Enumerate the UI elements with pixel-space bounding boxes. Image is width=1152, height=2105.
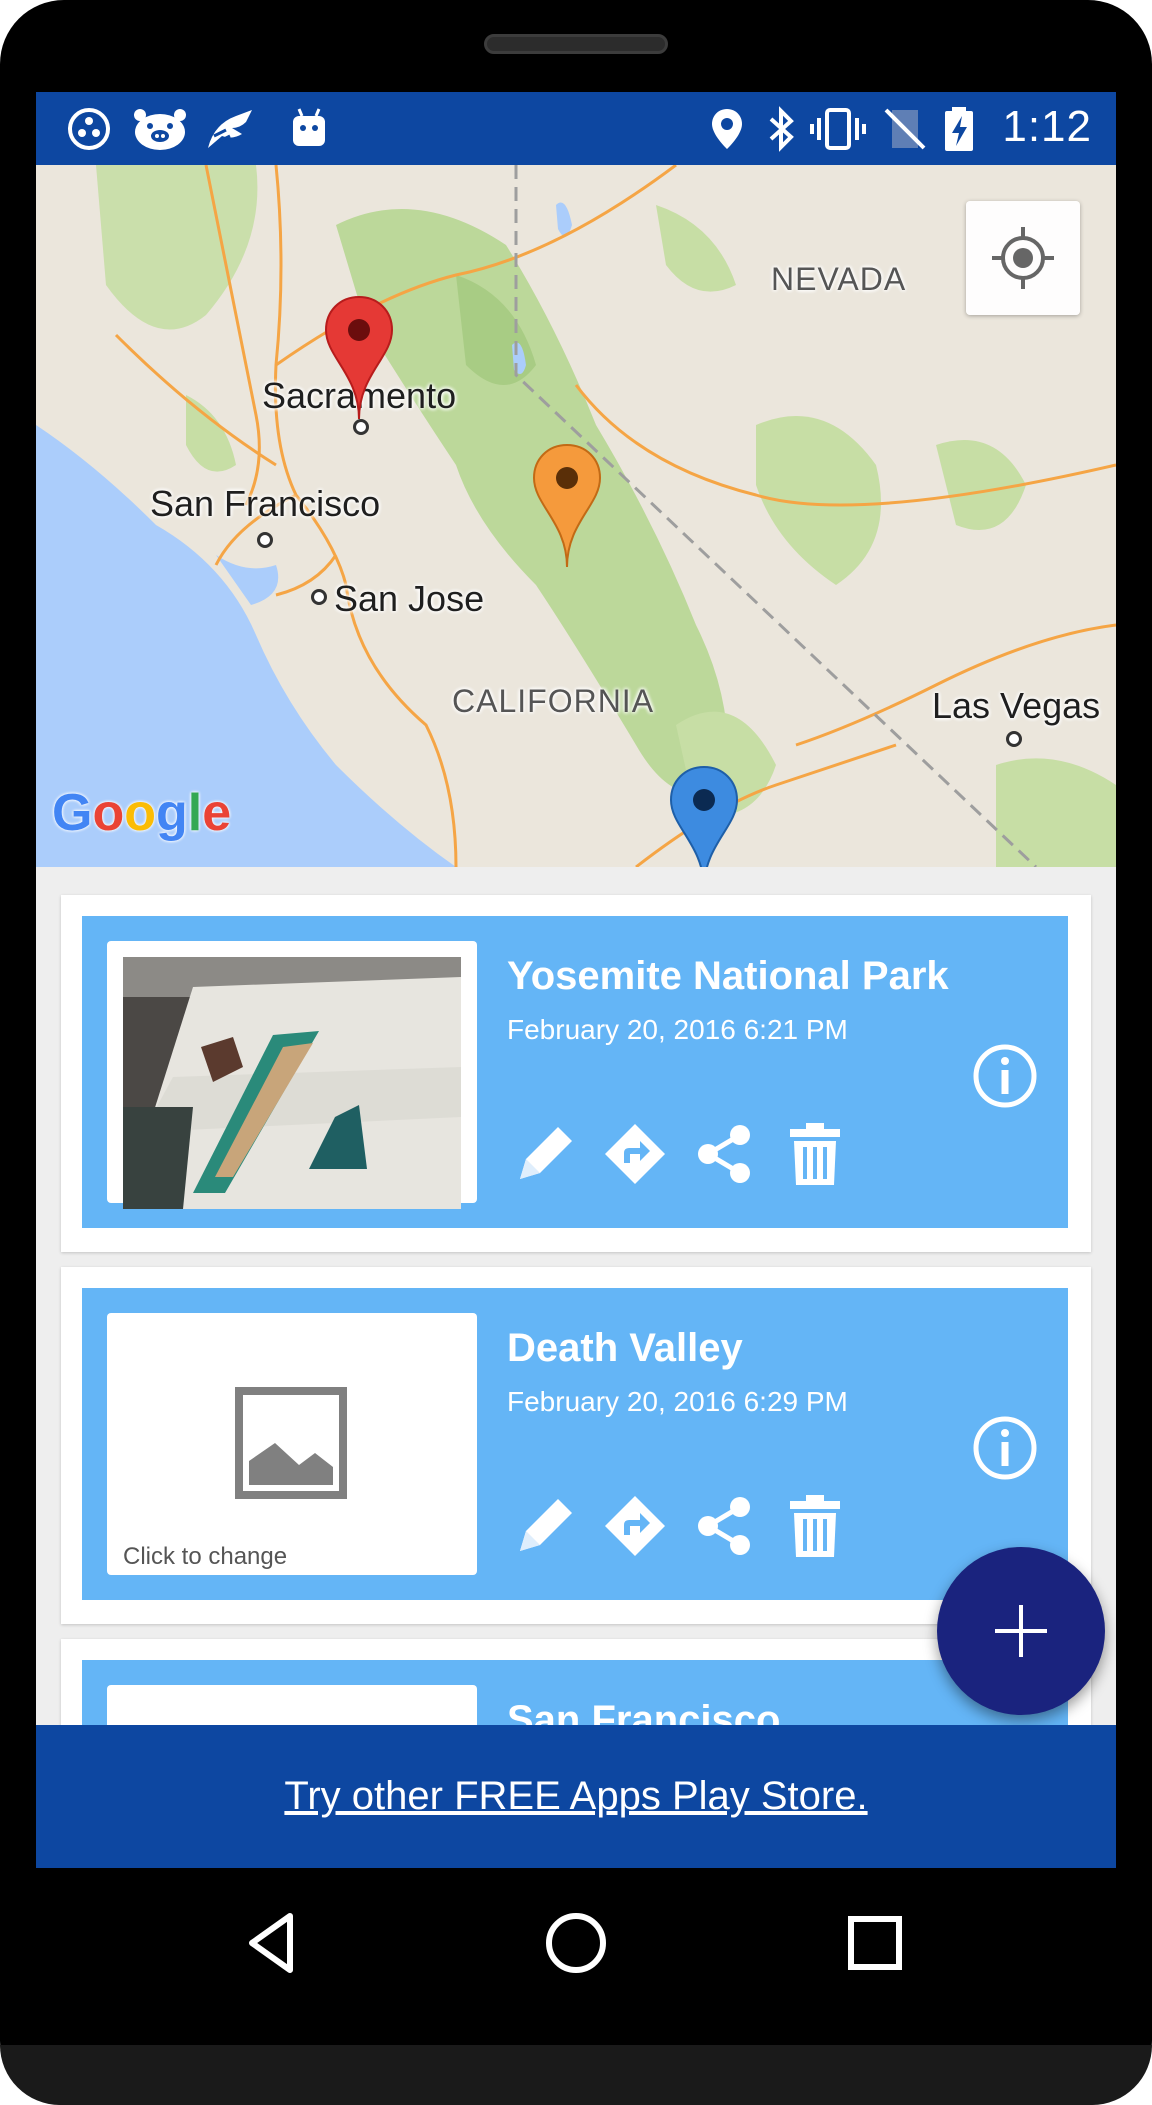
directions-icon[interactable] <box>602 1121 668 1187</box>
promo-banner: Try other FREE Apps Play Store. <box>36 1725 1116 1868</box>
directions-icon[interactable] <box>602 1493 668 1559</box>
city-marker-san-francisco <box>257 532 273 548</box>
status-bar: 1:12 <box>36 92 1116 165</box>
system-nav-bar <box>0 1868 1152 2018</box>
crosshair-icon <box>992 227 1054 289</box>
share-icon[interactable] <box>692 1121 758 1187</box>
card-body: Click to change Death Valley February 20… <box>82 1288 1068 1600</box>
delete-icon[interactable] <box>782 1493 848 1559</box>
pig-icon <box>134 109 186 150</box>
recents-icon[interactable] <box>840 1908 910 1978</box>
share-icon[interactable] <box>692 1493 758 1559</box>
info-icon[interactable] <box>972 1415 1038 1481</box>
map-pin-red[interactable] <box>324 295 394 421</box>
location-icon <box>712 109 742 149</box>
bluetooth-icon <box>769 106 794 152</box>
plus-icon <box>995 1605 1047 1657</box>
thumbnail-caption[interactable]: Click to change <box>123 1543 287 1571</box>
delete-icon[interactable] <box>782 1121 848 1187</box>
card-body: Yosemite National Park February 20, 2016… <box>82 916 1068 1228</box>
info-icon[interactable] <box>972 1043 1038 1109</box>
card-date: February 20, 2016 6:21 PM <box>507 1014 848 1045</box>
card-thumbnail[interactable]: Click to change <box>107 1313 477 1575</box>
location-card[interactable]: Click to change Death Valley February 20… <box>61 1267 1091 1624</box>
status-time: 1:12 <box>1002 102 1092 151</box>
card-body: San Francisco <box>82 1660 1068 1732</box>
edit-icon[interactable] <box>512 1121 578 1187</box>
no-signal-icon <box>884 108 926 150</box>
card-thumbnail[interactable] <box>107 941 477 1209</box>
card-title: Death Valley <box>507 1326 743 1370</box>
back-icon[interactable] <box>240 1908 310 1978</box>
home-icon[interactable] <box>541 1908 611 1978</box>
location-card[interactable]: San Francisco <box>61 1639 1091 1732</box>
card-date: February 20, 2016 6:29 PM <box>507 1386 848 1417</box>
phone-frame: 1:12 NEVADA San Francisco San Jose CALIF… <box>0 0 1152 2105</box>
map-label-las-vegas: Las Vegas <box>932 685 1101 726</box>
city-marker-san-jose <box>311 589 327 605</box>
card-title: Yosemite National Park <box>507 954 949 998</box>
edit-icon[interactable] <box>512 1493 578 1559</box>
map-label-california: CALIFORNIA <box>452 683 655 719</box>
my-location-button[interactable] <box>966 201 1080 315</box>
screen: 1:12 NEVADA San Francisco San Jose CALIF… <box>36 92 1116 1868</box>
vibrate-icon <box>810 108 866 150</box>
map-pin-orange[interactable] <box>532 443 602 569</box>
speaker-grille <box>484 34 668 54</box>
play-store-link[interactable]: Try other FREE Apps Play Store. <box>284 1774 867 1819</box>
map-label-san-francisco: San Francisco <box>150 483 381 524</box>
map-view[interactable]: NEVADA Sacramento San Francisco San Jose… <box>36 165 1116 867</box>
image-placeholder-icon <box>235 1387 347 1499</box>
map-label-san-jose: San Jose <box>334 578 485 619</box>
bird-icon <box>208 110 252 148</box>
city-marker-sacramento <box>353 419 369 435</box>
card-photo <box>123 957 461 1209</box>
battery-charging-icon <box>945 107 973 151</box>
map-pin-blue[interactable] <box>669 765 739 867</box>
add-location-button[interactable] <box>937 1547 1105 1715</box>
location-card[interactable]: Yosemite National Park February 20, 2016… <box>61 895 1091 1252</box>
google-logo: Google <box>52 784 232 842</box>
dots-circle-icon <box>68 108 110 150</box>
city-marker-las-vegas <box>1006 731 1022 747</box>
map-label-nevada: NEVADA <box>771 261 907 297</box>
android-icon <box>293 108 325 146</box>
